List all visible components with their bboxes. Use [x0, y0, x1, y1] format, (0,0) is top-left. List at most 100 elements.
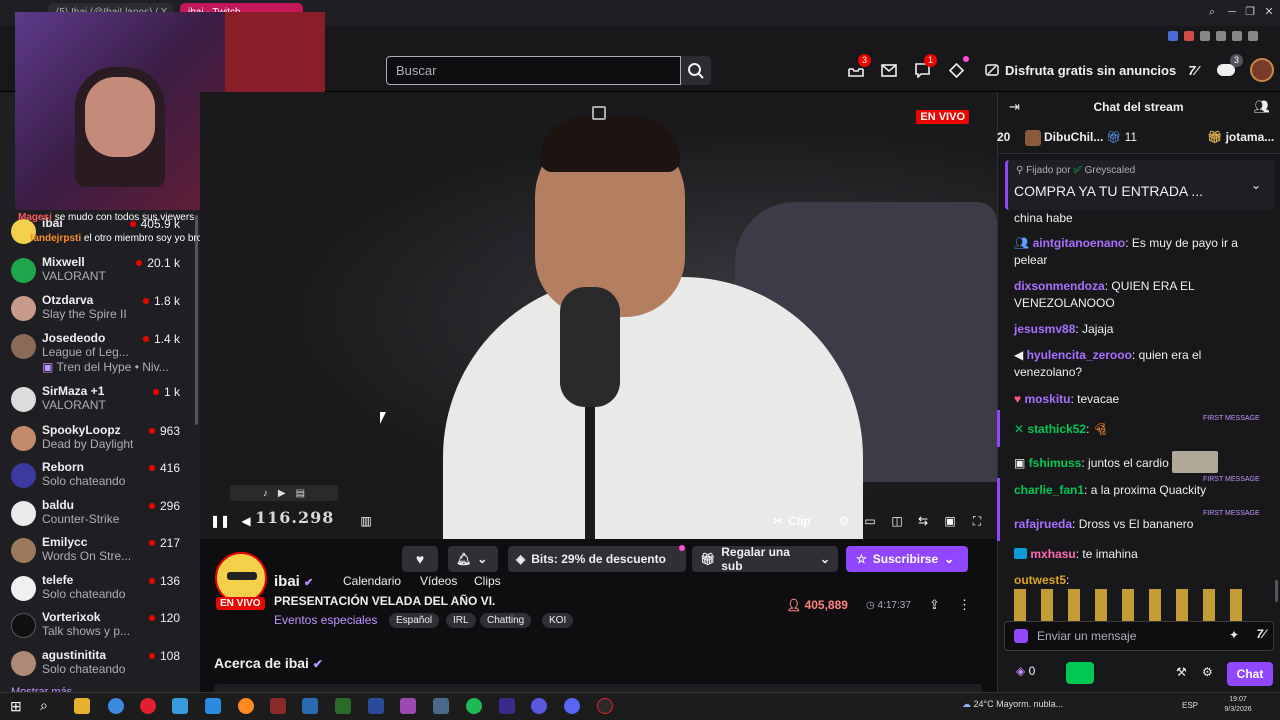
settings-icon[interactable]: ⚙: [835, 512, 853, 530]
chrome-icon[interactable]: [108, 698, 124, 714]
extension-icon[interactable]: [1168, 31, 1178, 41]
sidebar-channel[interactable]: Otzdarva Slay the Spire II 1.8 k: [0, 291, 200, 328]
popout-icon[interactable]: [592, 106, 606, 120]
mail-icon[interactable]: [879, 60, 899, 80]
chat-user[interactable]: fshimuss: [1029, 456, 1082, 470]
channel-name[interactable]: ibai ✔: [274, 573, 313, 590]
tag-chatting[interactable]: Chatting: [480, 613, 532, 628]
chat-send-button[interactable]: Chat: [1227, 662, 1273, 686]
chat-user[interactable]: aintgitanoenano: [1033, 236, 1126, 250]
miniplayer-icon[interactable]: ▣: [941, 512, 959, 530]
sidebar-channel[interactable]: SirMaza +1 VALORANT 1 k: [0, 382, 200, 419]
chat-scrollbar[interactable]: [1275, 580, 1278, 602]
opera-icon[interactable]: [140, 698, 156, 714]
gift-sub-button[interactable]: 🎁︎ Regalar una sub ⌄: [692, 545, 838, 573]
app-icon[interactable]: [302, 698, 318, 714]
pinned-message[interactable]: ⚲ Fijado por ✅︎ Greyscaled COMPRA YA TU …: [1005, 160, 1275, 210]
app-icon[interactable]: [433, 698, 449, 714]
video-player[interactable]: EN VIVO ♪ ▶ ▤ 116.298 ❚❚ ◀ ▥ ✂ Clip ⚙ ▭ ◫…: [200, 92, 997, 539]
bits-cloud-icon[interactable]: 3: [1216, 54, 1243, 80]
maximize-icon[interactable]: ❐: [1243, 5, 1257, 19]
search-icon[interactable]: ⌕: [40, 697, 48, 714]
search-input[interactable]: Buscar: [386, 56, 681, 85]
language-indicator[interactable]: ESP: [1182, 701, 1198, 710]
windows-start-icon[interactable]: ⊞: [10, 698, 22, 715]
collapse-icon[interactable]: ◫: [888, 512, 906, 530]
clock[interactable]: 19:07 9/3/2026: [1214, 695, 1262, 715]
audio-bars-icon[interactable]: ▥: [357, 512, 375, 530]
sidebar-channel[interactable]: Vorterixok Talk shows y p... 120: [0, 608, 200, 645]
tab-calendar[interactable]: Calendario: [343, 574, 401, 588]
bits-discount-button[interactable]: ◈ Bits: 29% de descuento: [508, 546, 686, 572]
app-icon[interactable]: [531, 698, 547, 714]
share-icon[interactable]: ⇪: [929, 597, 940, 613]
app-icon[interactable]: [205, 698, 221, 714]
more-options-icon[interactable]: ⋮: [958, 597, 971, 613]
tab-clips[interactable]: Clips: [474, 574, 501, 588]
extension-icon[interactable]: [1200, 31, 1210, 41]
turbo-icon[interactable]: 7⁄: [1256, 627, 1265, 641]
chat-badge-icon[interactable]: [1014, 629, 1028, 643]
reverse-icon[interactable]: ⇆: [914, 512, 932, 530]
settings-icon[interactable]: [1248, 31, 1258, 41]
app-icon[interactable]: [238, 698, 254, 714]
community-icon[interactable]: 👥︎: [1253, 99, 1270, 115]
obs-icon[interactable]: [597, 698, 613, 714]
app-icon[interactable]: [368, 698, 384, 714]
sidebar-channel[interactable]: Reborn Solo chateando 416: [0, 458, 200, 495]
chat-user[interactable]: jesusmv88: [1014, 322, 1075, 336]
sidebar-channel[interactable]: Mixwell VALORANT 20.1 k: [0, 253, 200, 290]
chevron-down-icon[interactable]: ⌄: [1251, 178, 1261, 192]
weather-widget[interactable]: ☁︎ 24°C Mayorm. nubla...: [962, 699, 1063, 710]
pause-icon[interactable]: ❚❚: [210, 512, 230, 530]
tag-spanish[interactable]: Español: [389, 613, 440, 628]
gift-user[interactable]: 🎁︎ jotama...: [1207, 130, 1274, 144]
fullscreen-icon[interactable]: ⛶: [968, 512, 986, 530]
sidebar-channel[interactable]: agustinitita Solo chateando 108: [0, 646, 200, 683]
bonus-chest-button[interactable]: [1066, 662, 1094, 684]
tab-videos[interactable]: Vídeos: [420, 574, 457, 588]
no-ads-button[interactable]: Disfruta gratis sin anuncios: [985, 58, 1176, 82]
stream-category[interactable]: Eventos especiales: [274, 613, 377, 627]
tag-irl[interactable]: IRL: [446, 613, 476, 628]
gift-user[interactable]: DibuChil...: [1044, 130, 1103, 144]
sidebar-channel[interactable]: SpookyLoopz Dead by Daylight 963: [0, 421, 200, 458]
clip-button[interactable]: ✂ Clip: [773, 512, 811, 530]
drops-inbox-icon[interactable]: 3: [846, 54, 871, 80]
sidebar-channel[interactable]: Josedeodo League of Leg... 1.4 k ▣ Tren …: [0, 329, 200, 375]
extension-icon[interactable]: [1184, 31, 1194, 41]
edge-icon[interactable]: [172, 698, 188, 714]
chat-user[interactable]: rafajrueda: [1014, 517, 1072, 531]
chat-user[interactable]: hyulencita_zerooo: [1027, 348, 1132, 362]
chat-user[interactable]: dixsonmendoza: [1014, 279, 1105, 293]
follow-button[interactable]: ♥: [402, 546, 438, 572]
mod-tools-icon[interactable]: ⚒: [1176, 665, 1187, 679]
app-icon[interactable]: [499, 698, 515, 714]
prime-icon[interactable]: [946, 56, 969, 80]
notifications-icon[interactable]: 1: [912, 54, 937, 80]
chat-input[interactable]: Enviar un mensaje ✦ 7⁄: [1004, 621, 1274, 651]
chat-user[interactable]: outwest5: [1014, 573, 1066, 587]
notifications-button[interactable]: 🔔︎ ⌄: [448, 546, 498, 572]
channel-points[interactable]: ◈ 0: [1016, 664, 1035, 678]
chat-user[interactable]: stathick52: [1027, 422, 1086, 436]
search-icon[interactable]: ⌕: [1205, 5, 1219, 19]
minimize-icon[interactable]: ─: [1225, 5, 1239, 19]
magic-icon[interactable]: ✦: [1229, 628, 1239, 642]
close-icon[interactable]: ✕: [1262, 5, 1276, 19]
theatre-mode-icon[interactable]: ▭: [861, 512, 879, 530]
file-explorer-icon[interactable]: [74, 698, 90, 714]
app-icon[interactable]: [270, 698, 286, 714]
spotify-icon[interactable]: [466, 698, 482, 714]
app-icon[interactable]: [335, 698, 351, 714]
discord-icon[interactable]: [564, 698, 580, 714]
search-button[interactable]: [681, 56, 711, 85]
chat-settings-icon[interactable]: ⚙: [1202, 665, 1213, 679]
volume-icon[interactable]: ◀: [237, 512, 255, 530]
tag-koi[interactable]: KOI: [542, 613, 574, 628]
subscribe-button[interactable]: ☆ Suscribirse ⌄: [846, 546, 968, 572]
extension-icon[interactable]: [1216, 31, 1226, 41]
turbo-icon[interactable]: 7⁄: [1183, 60, 1203, 80]
user-avatar[interactable]: [1250, 58, 1274, 82]
sidebar-channel[interactable]: telefe Solo chateando 136: [0, 571, 200, 608]
